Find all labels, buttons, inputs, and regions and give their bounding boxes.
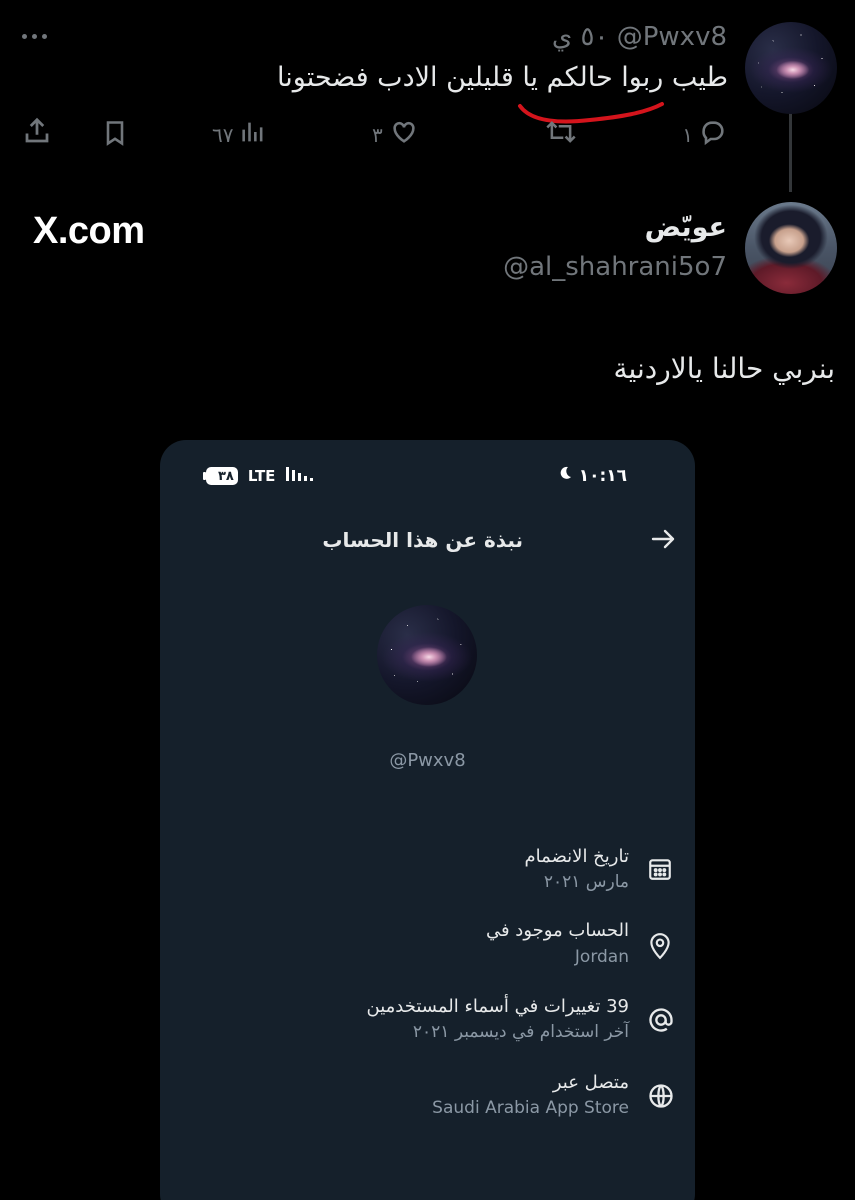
info-row-title: الحساب موجود في bbox=[485, 920, 629, 941]
info-row-title: 39 تغييرات في أسماء المستخدمين bbox=[366, 996, 630, 1017]
reply-icon bbox=[699, 118, 727, 151]
tweet-text: طيب ربوا حالكم يا قليلين الادب فضحتونا bbox=[277, 62, 728, 93]
info-row-subtitle: آخر استخدام في ديسمبر ٢٠٢١ bbox=[412, 1022, 629, 1042]
views-count: ٦٧ bbox=[212, 122, 234, 147]
reply-count: ١ bbox=[682, 122, 693, 147]
watermark: X.com bbox=[33, 210, 145, 252]
tweet2-display-name[interactable]: عويّض bbox=[645, 212, 727, 243]
tweet-handle[interactable]: @Pwxv8 bbox=[617, 22, 727, 52]
bookmark-icon bbox=[101, 118, 129, 153]
status-indicators: ٣٨ LTE bbox=[203, 466, 314, 486]
tweet2-text: بنربي حالنا يالاردنية bbox=[613, 352, 835, 385]
reply-action[interactable]: ١ bbox=[682, 118, 727, 151]
info-row-subtitle: Jordan bbox=[574, 947, 629, 967]
status-time-text: ١٠:١٦ bbox=[578, 465, 627, 486]
globe-icon bbox=[647, 1082, 675, 1114]
moon-icon bbox=[557, 465, 573, 486]
avatar-pwxv8[interactable] bbox=[745, 22, 837, 114]
at-sign-icon bbox=[647, 1006, 675, 1038]
retweet-icon bbox=[545, 118, 577, 151]
page-title: نبذة عن هذا الحساب bbox=[322, 528, 523, 552]
profile-handle: @Pwxv8 bbox=[389, 750, 466, 771]
thread-line bbox=[789, 110, 792, 192]
red-underline-annotation bbox=[518, 102, 664, 124]
tweet2-handle[interactable]: @al_shahrani5o7 bbox=[503, 252, 727, 282]
info-row-title: تاريخ الانضمام bbox=[524, 846, 629, 867]
tweet-time: ٥٠ ي bbox=[551, 22, 609, 52]
share-action[interactable] bbox=[22, 116, 52, 151]
avatar-al-shahrani[interactable] bbox=[745, 202, 837, 294]
embedded-screenshot[interactable]: ١٠:١٦ ٣٨ LTE نبذة عن هذا الحساب @Pwxv8 ت… bbox=[160, 440, 695, 1200]
retweet-action[interactable] bbox=[545, 118, 577, 151]
battery-icon: ٣٨ bbox=[203, 467, 238, 485]
tweet-handle-time: ٥٠ ي @Pwxv8 bbox=[552, 22, 727, 52]
like-count: ٣ bbox=[372, 122, 383, 147]
analytics-icon bbox=[239, 118, 267, 151]
info-row-title: متصل عبر bbox=[552, 1072, 629, 1093]
more-options-icon[interactable] bbox=[22, 30, 52, 42]
calendar-icon bbox=[647, 856, 673, 886]
share-icon bbox=[22, 116, 52, 151]
location-pin-icon bbox=[647, 932, 673, 964]
like-action[interactable]: ٣ bbox=[372, 118, 419, 151]
bookmark-action[interactable] bbox=[101, 118, 129, 153]
back-arrow-icon[interactable] bbox=[651, 528, 677, 554]
info-row-subtitle: مارس ٢٠٢١ bbox=[543, 872, 629, 892]
profile-avatar bbox=[377, 605, 477, 705]
status-time: ١٠:١٦ bbox=[557, 465, 627, 486]
info-row-subtitle: Saudi Arabia App Store bbox=[432, 1098, 629, 1118]
signal-icon bbox=[285, 466, 314, 486]
views-action[interactable]: ٦٧ bbox=[212, 118, 267, 151]
network-type: LTE bbox=[247, 467, 276, 485]
heart-icon bbox=[389, 118, 419, 151]
battery-level: ٣٨ bbox=[218, 468, 234, 484]
